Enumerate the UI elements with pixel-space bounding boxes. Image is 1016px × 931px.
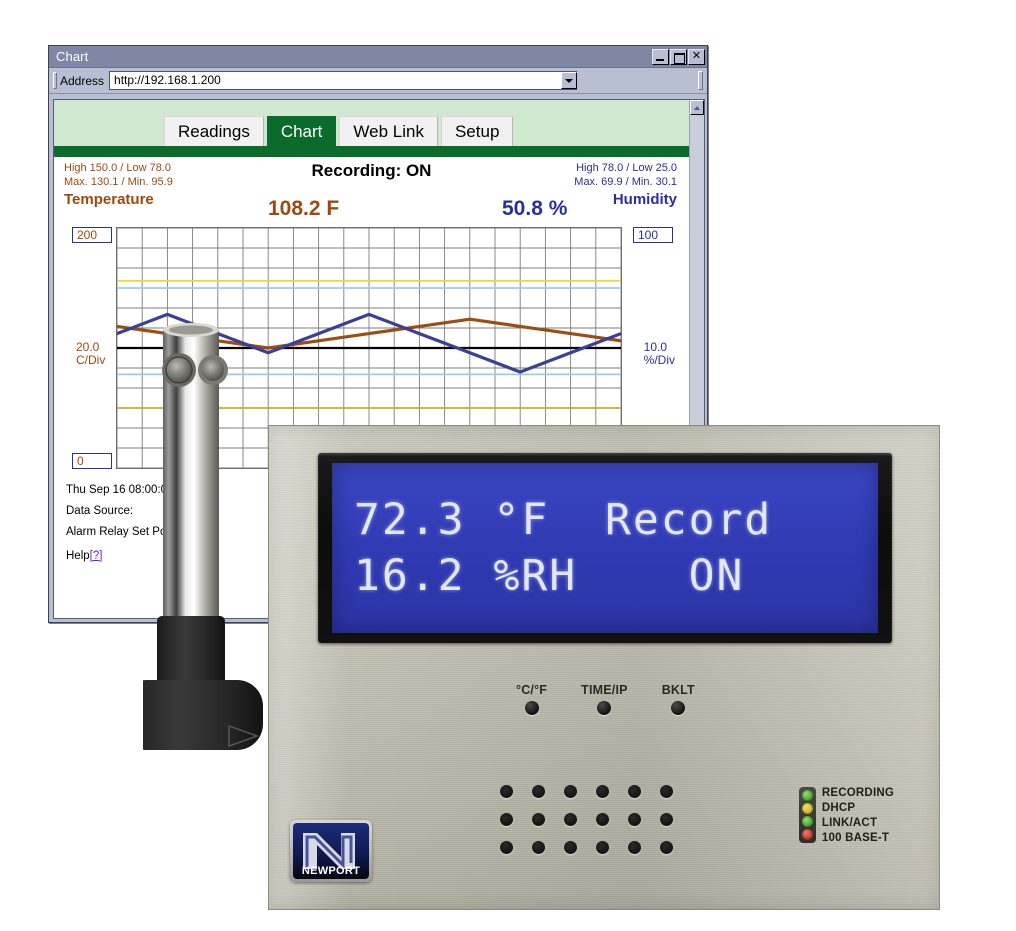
tab-underline-rule: [54, 146, 689, 157]
speaker-vent-grid: [500, 785, 692, 869]
vent-hole: [596, 785, 609, 798]
window-controls: ✕: [652, 48, 705, 65]
lcd-line-2: 16.2 %RH ON: [354, 551, 745, 601]
temperature-label: Temperature: [64, 191, 154, 208]
vent-hole: [660, 785, 673, 798]
vent-hole: [500, 841, 513, 854]
led-dhcp: [801, 803, 813, 814]
data-logger-device: 72.3 °F Record 16.2 %RH ON °C/°F TIME/IP…: [268, 425, 948, 918]
humidity-label: Humidity: [612, 191, 677, 208]
chevron-up-icon: [694, 105, 700, 110]
address-dropdown-button[interactable]: [561, 72, 578, 89]
toolbar-grip-left[interactable]: [53, 72, 57, 89]
led-100-base-t: [801, 829, 813, 840]
help-label: Help: [66, 550, 90, 562]
scroll-up-button[interactable]: [690, 100, 704, 115]
toolbar-empty-space: [577, 71, 694, 90]
vent-hole: [596, 841, 609, 854]
led-recording: [801, 790, 813, 801]
button-label-cf: °C/°F: [516, 683, 548, 697]
vent-hole: [660, 841, 673, 854]
button-dot-time-ip[interactable]: [597, 701, 612, 715]
tab-web-link[interactable]: Web Link: [339, 116, 438, 146]
button-backlight[interactable]: BKLT: [662, 683, 695, 715]
minimize-button[interactable]: [652, 48, 669, 65]
led-link-act: [801, 816, 813, 827]
right-axis-div-label: 10.0 %/Div: [643, 340, 675, 367]
address-input[interactable]: [110, 72, 562, 89]
led-label-link-act: LINK/ACT: [821, 817, 878, 829]
address-field-wrap: [109, 71, 578, 90]
led-label-dhcp: DHCP: [821, 802, 856, 814]
led-label-list: RECORDING DHCP LINK/ACT 100 BASE-T: [822, 787, 894, 845]
button-dot-cf[interactable]: [524, 701, 539, 715]
lcd-line-1: 72.3 °F Record: [354, 495, 773, 545]
newport-logo: NEWPORT: [290, 820, 372, 882]
humidity-limits: High 78.0 / Low 25.0: [576, 162, 677, 174]
humidity-readout: High 78.0 / Low 25.0 Max. 69.9 / Min. 30…: [574, 161, 677, 208]
button-time-ip[interactable]: TIME/IP: [581, 683, 628, 715]
led-strip: [798, 787, 816, 843]
tab-setup[interactable]: Setup: [440, 116, 514, 146]
right-axis-max-input[interactable]: 100: [633, 227, 673, 243]
chevron-down-icon: [565, 78, 574, 83]
vent-hole: [532, 841, 545, 854]
close-icon: ✕: [691, 50, 702, 62]
window-titlebar: Chart ✕: [49, 46, 707, 68]
toolbar-grip-right[interactable]: [698, 71, 703, 90]
maximize-button[interactable]: [670, 48, 687, 65]
probe-rubber-boot: [157, 616, 225, 686]
tab-bar: Readings Chart Web Link Setup: [164, 116, 514, 146]
tab-chart[interactable]: Chart: [266, 116, 337, 146]
tab-bar-band: Readings Chart Web Link Setup: [54, 100, 689, 146]
vent-hole: [532, 785, 545, 798]
led-status-block: RECORDING DHCP LINK/ACT 100 BASE-T: [798, 787, 894, 845]
button-dot-bklt[interactable]: [671, 701, 686, 715]
led-label-100-base-t: 100 BASE-T: [821, 832, 890, 844]
vent-hole: [532, 813, 545, 826]
left-axis-max-input[interactable]: 200: [72, 227, 112, 243]
vent-hole: [660, 813, 673, 826]
close-button[interactable]: ✕: [688, 48, 705, 65]
vent-hole: [628, 841, 641, 854]
button-label-bklt: BKLT: [661, 683, 695, 697]
vent-hole: [628, 785, 641, 798]
humidity-value: 50.8 %: [502, 197, 568, 220]
tab-readings[interactable]: Readings: [164, 116, 264, 146]
logo-graphic: NEWPORT: [293, 823, 369, 879]
address-label: Address: [60, 73, 105, 88]
vent-hole: [564, 785, 577, 798]
help-link[interactable]: [?]: [90, 550, 103, 562]
humidity-minmax: Max. 69.9 / Min. 30.1: [574, 176, 677, 188]
screenshot-root: Chart ✕ Address Rea: [0, 0, 1016, 931]
vent-hole: [564, 841, 577, 854]
logo-wordmark: NEWPORT: [301, 865, 361, 877]
address-toolbar: Address: [49, 68, 707, 94]
lcd-housing: 72.3 °F Record 16.2 %RH ON: [318, 453, 892, 643]
window-title: Chart: [56, 49, 89, 64]
readout-header: High 150.0 / Low 78.0 Max. 130.1 / Min. …: [54, 157, 689, 225]
device-button-row: °C/°F TIME/IP BKLT: [516, 683, 695, 715]
vent-hole: [596, 813, 609, 826]
probe-cable-elbow: [143, 680, 263, 750]
vent-hole: [564, 813, 577, 826]
button-celsius-fahrenheit[interactable]: °C/°F: [516, 683, 547, 715]
left-axis-min-input[interactable]: 0: [72, 453, 112, 469]
button-label-time-ip: TIME/IP: [581, 683, 628, 697]
left-axis-div-label: 20.0 C/Div: [76, 340, 106, 367]
vent-hole: [500, 785, 513, 798]
vent-hole: [500, 813, 513, 826]
led-label-recording: RECORDING: [821, 787, 894, 799]
lcd-screen: 72.3 °F Record 16.2 %RH ON: [332, 463, 878, 633]
temperature-value: 108.2 F: [268, 197, 340, 220]
vent-hole: [628, 813, 641, 826]
